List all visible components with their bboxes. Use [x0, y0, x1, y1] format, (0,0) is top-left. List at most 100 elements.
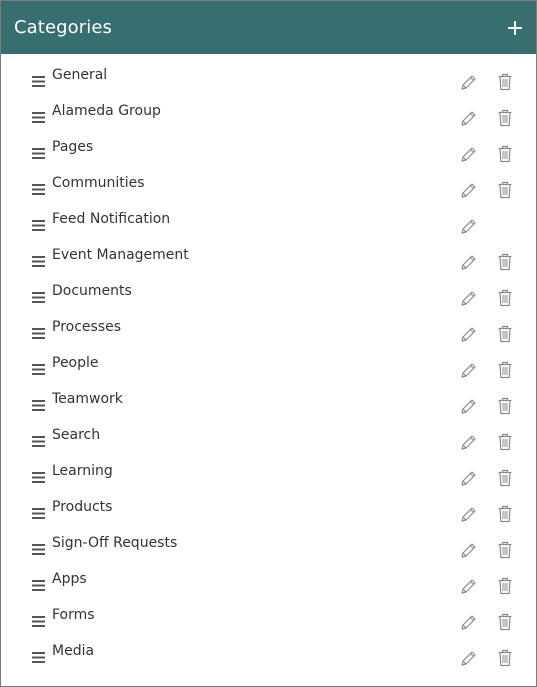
category-label: Apps	[52, 571, 87, 587]
delete-button[interactable]	[497, 469, 513, 487]
category-row: Pages	[1, 132, 536, 168]
edit-button[interactable]	[460, 74, 477, 91]
trash-icon	[498, 397, 512, 415]
edit-button[interactable]	[460, 290, 477, 307]
drag-handle-icon[interactable]	[32, 540, 45, 555]
delete-button[interactable]	[497, 505, 513, 523]
category-label: General	[52, 67, 108, 83]
category-label: Media	[52, 643, 95, 659]
pencil-icon	[461, 147, 476, 162]
edit-button[interactable]	[460, 542, 477, 559]
edit-button[interactable]	[460, 506, 477, 523]
drag-handle-icon[interactable]	[32, 648, 45, 663]
delete-button[interactable]	[497, 109, 513, 127]
edit-button[interactable]	[460, 362, 477, 379]
category-row: People	[1, 348, 536, 384]
trash-icon	[498, 613, 512, 631]
drag-handle-icon[interactable]	[32, 252, 45, 267]
trash-icon	[498, 289, 512, 307]
drag-handle-icon[interactable]	[32, 288, 45, 303]
edit-button[interactable]	[460, 182, 477, 199]
drag-handle-icon[interactable]	[32, 72, 45, 87]
category-row: Sign-Off Requests	[1, 528, 536, 564]
delete-button[interactable]	[497, 541, 513, 559]
categories-panel: Categories General Alameda Group Pages C…	[0, 0, 537, 687]
trash-icon	[498, 649, 512, 667]
drag-handle-icon[interactable]	[32, 396, 45, 411]
trash-icon	[498, 325, 512, 343]
delete-button[interactable]	[497, 361, 513, 379]
edit-button[interactable]	[460, 326, 477, 343]
edit-button[interactable]	[460, 254, 477, 271]
drag-handle-icon[interactable]	[32, 108, 45, 123]
drag-handle-icon[interactable]	[32, 612, 45, 627]
pencil-icon	[461, 399, 476, 414]
trash-icon	[498, 541, 512, 559]
edit-button[interactable]	[460, 614, 477, 631]
trash-icon	[498, 469, 512, 487]
category-label: People	[52, 355, 99, 371]
trash-icon	[498, 145, 512, 163]
category-row: Teamwork	[1, 384, 536, 420]
edit-button[interactable]	[460, 434, 477, 451]
category-label: Processes	[52, 319, 122, 335]
delete-button[interactable]	[497, 325, 513, 343]
pencil-icon	[461, 75, 476, 90]
category-row: Media	[1, 636, 536, 672]
drag-handle-icon[interactable]	[32, 180, 45, 195]
edit-button[interactable]	[460, 146, 477, 163]
category-row: Learning	[1, 456, 536, 492]
delete-button[interactable]	[497, 73, 513, 91]
delete-button[interactable]	[497, 649, 513, 667]
edit-button[interactable]	[460, 650, 477, 667]
category-label: Feed Notification	[52, 211, 171, 227]
delete-button[interactable]	[497, 577, 513, 595]
edit-button[interactable]	[460, 398, 477, 415]
delete-button[interactable]	[497, 181, 513, 199]
delete-button[interactable]	[497, 145, 513, 163]
drag-handle-icon[interactable]	[32, 468, 45, 483]
pencil-icon	[461, 255, 476, 270]
drag-handle-icon[interactable]	[32, 576, 45, 591]
drag-handle-icon[interactable]	[32, 432, 45, 447]
pencil-icon	[461, 327, 476, 342]
drag-handle-icon[interactable]	[32, 504, 45, 519]
trash-icon	[498, 109, 512, 127]
drag-handle-icon[interactable]	[32, 360, 45, 375]
pencil-icon	[461, 111, 476, 126]
plus-icon	[508, 20, 522, 35]
trash-icon	[498, 253, 512, 271]
pencil-icon	[461, 651, 476, 666]
trash-icon	[498, 181, 512, 199]
category-label: Sign-Off Requests	[52, 535, 178, 551]
pencil-icon	[461, 435, 476, 450]
delete-button[interactable]	[497, 253, 513, 271]
edit-button[interactable]	[460, 470, 477, 487]
edit-button[interactable]	[460, 110, 477, 127]
category-label: Pages	[52, 139, 94, 155]
category-label: Event Management	[52, 247, 189, 263]
delete-button[interactable]	[497, 289, 513, 307]
drag-handle-icon[interactable]	[32, 144, 45, 159]
trash-icon	[498, 505, 512, 523]
category-row: Event Management	[1, 240, 536, 276]
delete-button[interactable]	[497, 397, 513, 415]
category-label: Documents	[52, 283, 132, 299]
pencil-icon	[461, 615, 476, 630]
edit-button[interactable]	[460, 578, 477, 595]
delete-button[interactable]	[497, 613, 513, 631]
delete-button[interactable]	[497, 433, 513, 451]
drag-handle-icon[interactable]	[32, 324, 45, 339]
edit-button[interactable]	[460, 218, 477, 235]
categories-header: Categories	[1, 1, 536, 54]
pencil-icon	[461, 219, 476, 234]
trash-icon	[498, 361, 512, 379]
category-row: Apps	[1, 564, 536, 600]
category-label: Products	[52, 499, 113, 515]
pencil-icon	[461, 183, 476, 198]
add-category-button[interactable]	[506, 19, 524, 37]
category-label: Search	[52, 427, 101, 443]
category-row: Forms	[1, 600, 536, 636]
drag-handle-icon[interactable]	[32, 216, 45, 231]
trash-icon	[498, 433, 512, 451]
